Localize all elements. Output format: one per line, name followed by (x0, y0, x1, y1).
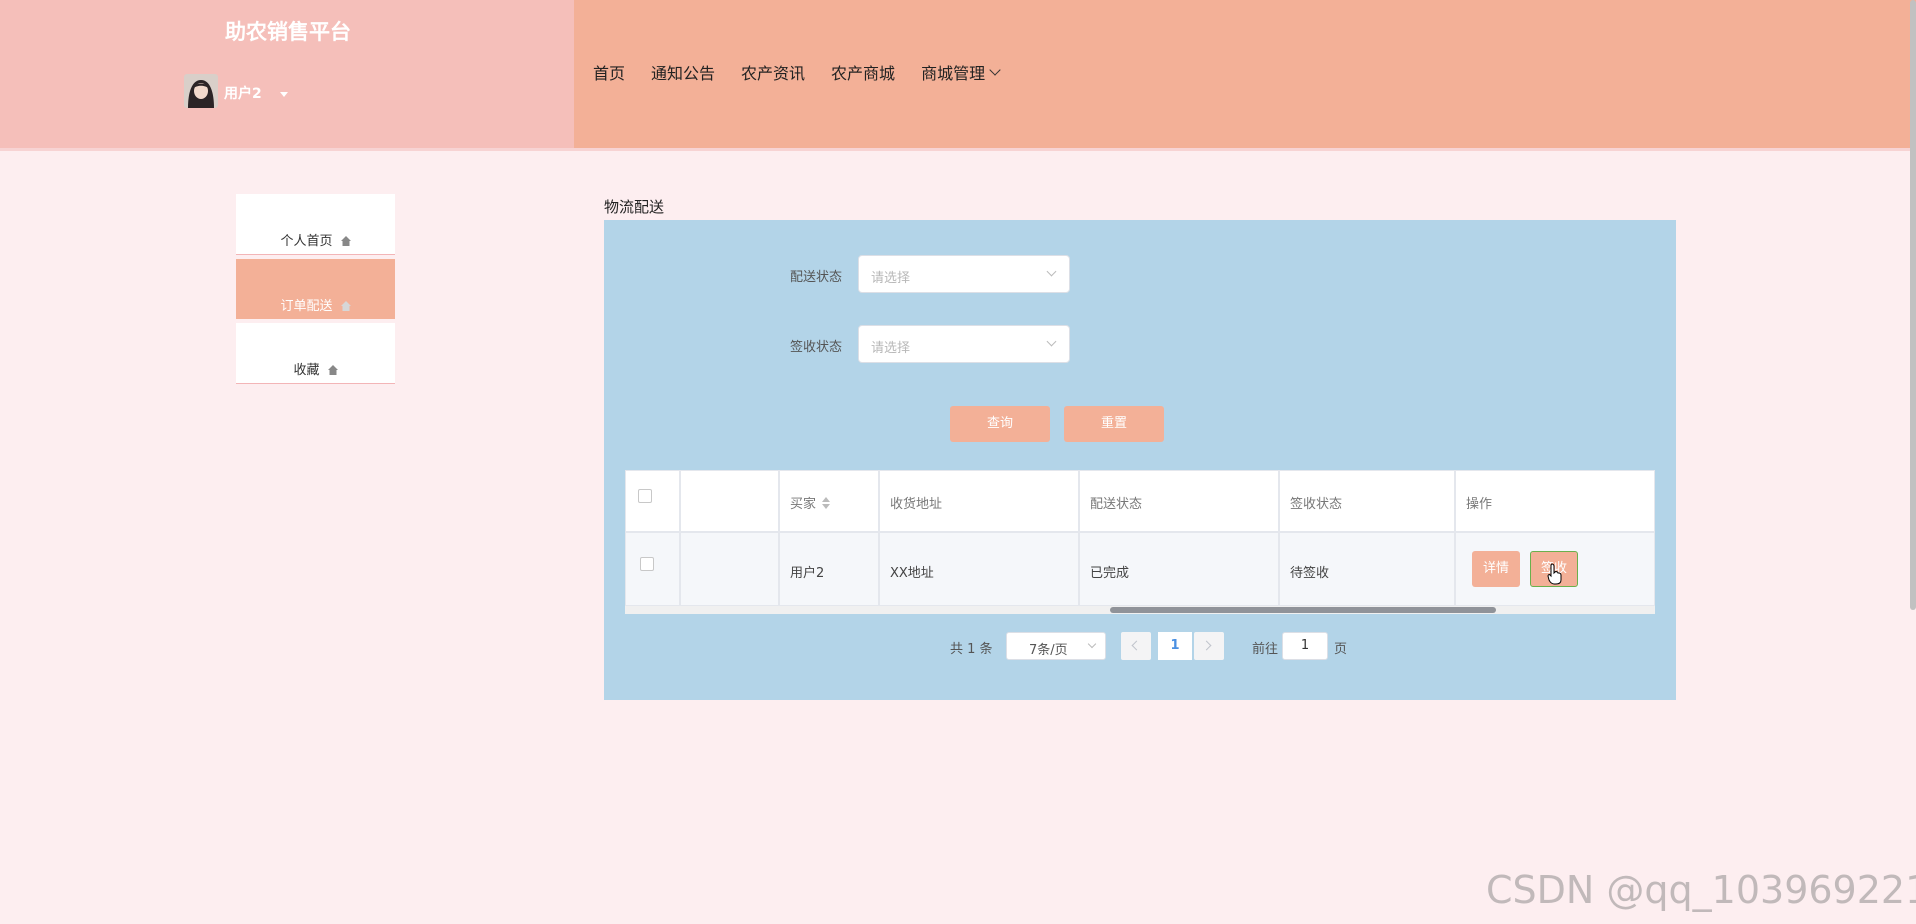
nav-store-management[interactable]: 商城管理 (921, 60, 1001, 84)
chevron-left-icon (1131, 640, 1142, 651)
nav-store[interactable]: 农产商城 (831, 60, 895, 84)
sidebar-item-label: 收藏 (293, 363, 320, 378)
nav-store-management-label: 商城管理 (921, 64, 986, 83)
nav-news[interactable]: 农产资讯 (741, 60, 805, 84)
detail-button[interactable]: 详情 (1472, 551, 1520, 587)
user-dropdown-caret-icon[interactable] (280, 92, 288, 97)
select-all-checkbox[interactable] (638, 489, 652, 503)
column-divider (679, 471, 681, 605)
row-receipt-status: 待签收 (1290, 566, 1330, 581)
top-header: 助农销售平台 用户2 首页 通知公告 农产资讯 农产商城 商城管理 (0, 0, 1916, 151)
sidebar-item-label: 个人首页 (280, 234, 333, 249)
house-icon (340, 301, 351, 311)
goto-label: 前往 (1252, 642, 1279, 657)
scrollbar-thumb[interactable] (1110, 607, 1496, 613)
row-delivery-status: 已完成 (1090, 566, 1130, 581)
page-suffix: 页 (1334, 642, 1348, 657)
sidebar-item-profile[interactable]: 个人首页 (236, 194, 395, 255)
page-title: 物流配送 (604, 198, 665, 216)
query-button[interactable]: 查询 (950, 406, 1050, 442)
page-size-value: 7条/页 (1029, 643, 1068, 658)
header-buyer-label: 买家 (790, 497, 817, 512)
reset-button[interactable]: 重置 (1064, 406, 1164, 442)
delivery-status-placeholder: 请选择 (871, 271, 911, 286)
site-title: 助农销售平台 (225, 20, 351, 44)
sort-icon[interactable] (822, 497, 831, 509)
main-nav: 首页 通知公告 农产资讯 农产商城 商城管理 (593, 60, 1025, 84)
column-divider (1278, 471, 1280, 605)
column-divider (1454, 471, 1456, 605)
house-icon (340, 236, 351, 246)
header-action: 操作 (1466, 497, 1493, 512)
header-delivery-status: 配送状态 (1090, 497, 1143, 512)
table-horizontal-scrollbar[interactable] (625, 606, 1655, 614)
table-row: 用户2 XX地址 已完成 待签收 详情 签收 (626, 533, 1654, 605)
row-checkbox[interactable] (640, 557, 654, 571)
goto-page-input[interactable]: 1 (1282, 632, 1328, 660)
chevron-down-icon (989, 63, 1001, 76)
column-divider (1078, 471, 1080, 605)
delivery-status-select[interactable]: 请选择 (858, 255, 1070, 293)
row-buyer: 用户2 (790, 566, 825, 581)
delivery-status-label: 配送状态 (790, 270, 843, 285)
next-page-button[interactable] (1194, 632, 1224, 660)
table-header-row: 买家 收货地址 配送状态 签收状态 操作 (626, 471, 1654, 533)
header-buyer[interactable]: 买家 (790, 493, 831, 512)
page-size-select[interactable]: 7条/页 (1006, 632, 1106, 660)
watermark: CSDN @qq_1039692211 (1486, 868, 1916, 912)
page-vertical-scrollbar[interactable] (1910, 0, 1916, 610)
column-divider (778, 471, 780, 605)
nav-home[interactable]: 首页 (593, 60, 625, 84)
header-address: 收货地址 (890, 497, 943, 512)
receipt-status-placeholder: 请选择 (871, 341, 911, 356)
header-receipt-status: 签收状态 (1290, 497, 1343, 512)
user-name[interactable]: 用户2 (224, 83, 262, 103)
header-divider (0, 148, 1916, 151)
chevron-down-icon (1046, 266, 1057, 277)
pagination-total: 共 1 条 (950, 642, 993, 657)
receipt-status-label: 签收状态 (790, 340, 843, 355)
sidebar-item-order-delivery[interactable]: 订单配送 (236, 259, 395, 319)
avatar[interactable] (184, 74, 218, 108)
chevron-down-icon (1046, 336, 1057, 347)
page-number-1[interactable]: 1 (1158, 632, 1192, 660)
delivery-table: 买家 收货地址 配送状态 签收状态 操作 用户2 XX地址 已完成 待签收 详情… (625, 470, 1655, 606)
row-address: XX地址 (890, 566, 934, 581)
sidebar-item-favorites[interactable]: 收藏 (236, 323, 395, 384)
chevron-down-icon (1087, 639, 1097, 649)
receipt-status-select[interactable]: 请选择 (858, 325, 1070, 363)
sidebar-item-label: 订单配送 (280, 299, 333, 314)
house-icon (327, 365, 338, 375)
nav-notices[interactable]: 通知公告 (651, 60, 715, 84)
hand-cursor-icon (1547, 563, 1562, 585)
prev-page-button[interactable] (1121, 632, 1151, 660)
content-panel (604, 220, 1676, 700)
chevron-right-icon (1201, 640, 1212, 651)
sidebar: 个人首页 订单配送 收藏 (236, 194, 395, 388)
column-divider (878, 471, 880, 605)
